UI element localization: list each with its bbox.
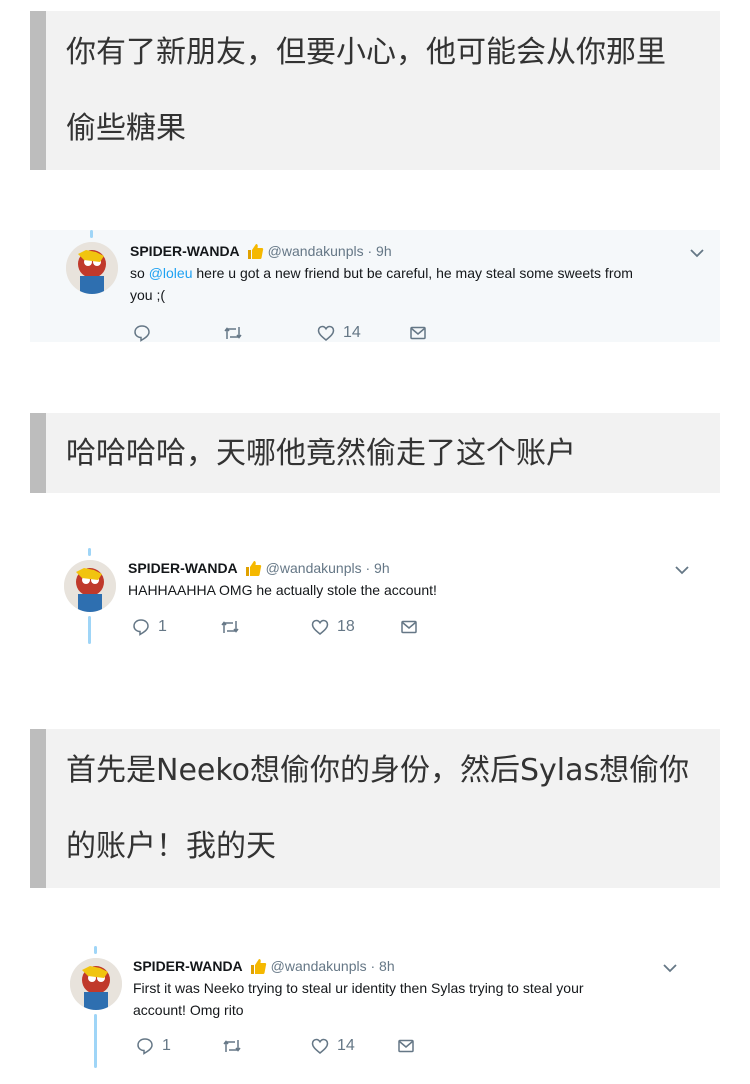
tweet-card[interactable]: SPIDER-WANDA @wandakunpls · 9h HAHHAAHHA… bbox=[30, 548, 720, 648]
author-name[interactable]: SPIDER-WANDA bbox=[128, 560, 238, 576]
like-count: 14 bbox=[337, 1037, 355, 1054]
like-count: 18 bbox=[337, 618, 355, 635]
like-button[interactable]: 14 bbox=[317, 324, 361, 342]
reply-button[interactable] bbox=[133, 324, 159, 342]
handle-time: @wandakunpls · 8h bbox=[270, 958, 395, 974]
message-button[interactable] bbox=[409, 324, 427, 342]
retweet-icon bbox=[223, 1040, 241, 1052]
chevron-down-icon[interactable] bbox=[674, 562, 690, 578]
message-button[interactable] bbox=[397, 1037, 415, 1055]
tweet-text: so @loleu here u got a new friend but be… bbox=[130, 262, 715, 306]
retweet-button[interactable] bbox=[220, 618, 248, 636]
reply-icon bbox=[134, 325, 150, 342]
reply-button[interactable]: 1 bbox=[132, 618, 167, 636]
tweet-text: HAHHAAHHA OMG he actually stole the acco… bbox=[128, 579, 688, 601]
tweet-text-segment: First it was Neeko trying to steal ur id… bbox=[133, 980, 584, 996]
thread-line bbox=[90, 230, 93, 238]
thread-line bbox=[88, 548, 91, 556]
caption-line: 你有了新朋友，但要小心，他可能会从你那里 bbox=[66, 35, 666, 70]
reply-icon bbox=[137, 1038, 153, 1055]
reply-count: 1 bbox=[162, 1037, 171, 1054]
chevron-down-icon[interactable] bbox=[689, 245, 705, 261]
retweet-icon bbox=[224, 327, 242, 339]
heart-icon bbox=[317, 325, 335, 341]
chevron-down-icon[interactable] bbox=[662, 960, 678, 976]
thread-line bbox=[88, 616, 91, 644]
tweet-text: First it was Neeko trying to steal ur id… bbox=[133, 977, 673, 1021]
envelope-icon bbox=[398, 1039, 414, 1053]
handle-time: @wandakunpls · 9h bbox=[267, 243, 392, 259]
thumbs-up-icon bbox=[247, 244, 263, 259]
author-name[interactable]: SPIDER-WANDA bbox=[130, 243, 240, 259]
avatar[interactable] bbox=[66, 242, 118, 294]
avatar[interactable] bbox=[70, 958, 122, 1010]
heart-icon bbox=[311, 1038, 329, 1054]
caption-block-3: 首先是Neeko想偷你的身份，然后Sylas想偷你 的账户！我的天 bbox=[30, 729, 720, 888]
tweet-text-segment: you ;( bbox=[130, 287, 166, 303]
author-name[interactable]: SPIDER-WANDA bbox=[133, 958, 243, 974]
message-button[interactable] bbox=[400, 618, 418, 636]
tweet-text-segment: HAHHAAHHA OMG he actually stole the acco… bbox=[128, 582, 437, 598]
caption-line: 哈哈哈哈，天哪他竟然偷走了这个账户 bbox=[66, 436, 576, 471]
handle-time: @wandakunpls · 9h bbox=[265, 560, 390, 576]
thumbs-up-icon bbox=[250, 959, 266, 974]
avatar[interactable] bbox=[64, 560, 116, 612]
caption-line: 偷些糖果 bbox=[66, 111, 186, 146]
caption-block-1: 你有了新朋友，但要小心，他可能会从你那里 偷些糖果 bbox=[30, 11, 720, 170]
reply-icon bbox=[133, 619, 149, 636]
envelope-icon bbox=[410, 326, 426, 340]
tweet-card[interactable]: SPIDER-WANDA @wandakunpls · 9h so @loleu… bbox=[30, 230, 720, 342]
thumbs-up-icon bbox=[245, 561, 261, 576]
envelope-icon bbox=[401, 620, 417, 634]
mention-link[interactable]: @loleu bbox=[149, 265, 193, 281]
tweet-text-segment: so bbox=[130, 265, 149, 281]
thread-line bbox=[94, 1014, 97, 1068]
like-button[interactable]: 14 bbox=[311, 1037, 355, 1055]
reply-count: 1 bbox=[158, 618, 167, 635]
tweet-text-segment: here u got a new friend but be careful, … bbox=[192, 265, 633, 281]
tweet-text-segment: account! Omg rito bbox=[133, 1002, 244, 1018]
heart-icon bbox=[311, 619, 329, 635]
caption-block-2: 哈哈哈哈，天哪他竟然偷走了这个账户 bbox=[30, 413, 720, 493]
caption-line: 首先是Neeko想偷你的身份，然后Sylas想偷你 bbox=[66, 753, 690, 788]
retweet-button[interactable] bbox=[223, 324, 251, 342]
caption-line: 的账户！我的天 bbox=[66, 829, 276, 864]
retweet-button[interactable] bbox=[222, 1037, 250, 1055]
reply-button[interactable]: 1 bbox=[136, 1037, 171, 1055]
like-count: 14 bbox=[343, 324, 361, 341]
thread-line bbox=[94, 946, 97, 954]
like-button[interactable]: 18 bbox=[311, 618, 355, 636]
tweet-card[interactable]: SPIDER-WANDA @wandakunpls · 8h First it … bbox=[30, 946, 720, 1068]
retweet-icon bbox=[221, 621, 239, 633]
